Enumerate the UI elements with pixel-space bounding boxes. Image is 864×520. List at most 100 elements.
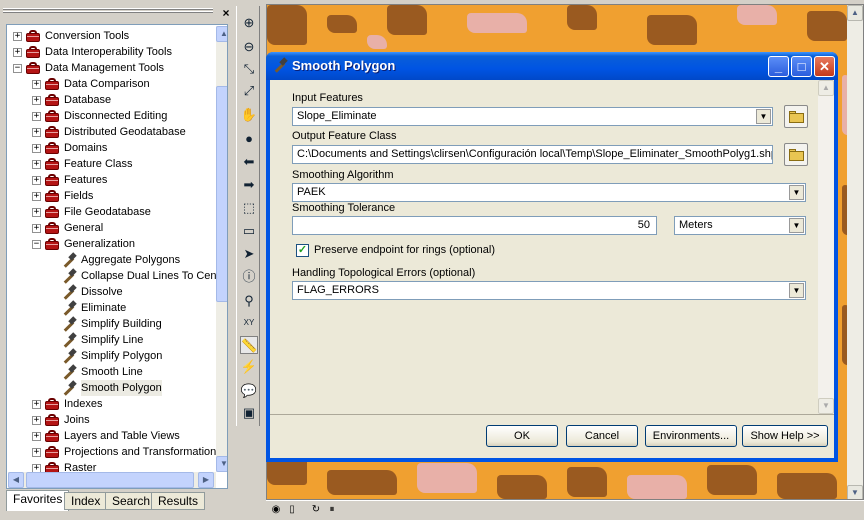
smoothing-algorithm-select[interactable]: PAEK ▼ <box>292 183 806 202</box>
scroll-thumb[interactable] <box>216 86 227 302</box>
toolset-item[interactable]: + File Geodatabase <box>7 204 212 220</box>
tool-item[interactable]: Dissolve <box>7 284 212 300</box>
toolset-item[interactable]: + Features <box>7 172 212 188</box>
dialog-scroll-up-button[interactable]: ▲ <box>818 80 834 96</box>
collapse-icon[interactable]: − <box>32 240 41 249</box>
hyperlink-icon[interactable]: ⚡ <box>240 358 258 376</box>
dialog-titlebar[interactable]: Smooth Polygon _ □ ✕ <box>266 52 838 80</box>
tool-item[interactable]: Simplify Polygon <box>7 348 212 364</box>
dialog-scroll-down-button[interactable]: ▼ <box>818 398 834 414</box>
expand-icon[interactable]: + <box>32 144 41 153</box>
collapse-icon[interactable]: − <box>13 64 22 73</box>
maximize-button[interactable]: □ <box>791 56 812 77</box>
scroll-down-button[interactable]: ▼ <box>216 456 227 472</box>
chevron-down-icon[interactable]: ▼ <box>789 218 804 233</box>
create-viewer-icon[interactable]: ▣ <box>240 404 258 422</box>
expand-icon[interactable]: + <box>32 176 41 185</box>
expand-icon[interactable]: + <box>32 80 41 89</box>
html-popup-icon[interactable]: 💬 <box>240 382 258 400</box>
select-elements-icon[interactable]: ➤ <box>240 245 258 263</box>
expand-icon[interactable]: + <box>32 192 41 201</box>
scroll-right-button[interactable]: ▶ <box>198 472 214 488</box>
close-panel-icon[interactable]: × <box>219 6 233 20</box>
expand-icon[interactable]: + <box>32 160 41 169</box>
pan-icon[interactable]: ✋ <box>240 106 258 124</box>
tool-item[interactable]: Simplify Building <box>7 316 212 332</box>
measure-icon[interactable]: 📏 <box>240 336 258 354</box>
handling-errors-select[interactable]: FLAG_ERRORS ▼ <box>292 281 806 300</box>
expand-icon[interactable]: + <box>32 208 41 217</box>
layout-view-icon[interactable]: ▯ <box>286 504 298 516</box>
tool-item[interactable]: Aggregate Polygons <box>7 252 212 268</box>
hscroll-thumb[interactable] <box>26 472 194 488</box>
close-button[interactable]: ✕ <box>814 56 835 77</box>
fixed-zoom-in-icon[interactable]: ⤡ <box>240 60 258 78</box>
tool-item[interactable]: Collapse Dual Lines To Centerline <box>7 268 227 284</box>
forward-extent-icon[interactable]: ➡ <box>240 176 258 194</box>
toolset-item[interactable]: + Fields <box>7 188 212 204</box>
find-icon[interactable]: ⚲ <box>240 292 258 310</box>
toolset-item[interactable]: + Indexes <box>7 396 212 412</box>
expand-icon[interactable]: + <box>32 224 41 233</box>
toolset-item[interactable]: + Database <box>7 92 212 108</box>
toolset-item[interactable]: + Data Comparison <box>7 76 212 92</box>
cancel-button[interactable]: Cancel <box>566 425 638 447</box>
select-features-icon[interactable]: ⬚ <box>240 199 258 217</box>
tool-item[interactable]: Smooth Line <box>7 364 212 380</box>
go-to-xy-icon[interactable]: XY <box>240 314 258 332</box>
fixed-zoom-out-icon[interactable]: ⤢ <box>240 82 258 100</box>
expand-icon[interactable]: + <box>32 112 41 121</box>
environments-button[interactable]: Environments... <box>645 425 737 447</box>
dialog-vertical-scrollbar[interactable]: ▲ ▼ <box>818 80 834 414</box>
toolbox-item[interactable]: − Data Management Tools <box>7 60 212 76</box>
toolset-item[interactable]: + Disconnected Editing <box>7 108 212 124</box>
full-extent-icon[interactable]: ● <box>240 130 258 148</box>
refresh-icon[interactable]: ↻ <box>310 504 322 516</box>
chevron-down-icon[interactable]: ▼ <box>789 185 804 200</box>
toolbox-item[interactable]: + Data Interoperability Tools <box>7 44 212 60</box>
zoom-in-icon[interactable]: ⊕ <box>240 14 258 32</box>
ok-button[interactable]: OK <box>486 425 558 447</box>
scroll-up-button[interactable]: ▲ <box>216 26 227 42</box>
panel-grip[interactable] <box>3 8 213 14</box>
chevron-down-icon[interactable]: ▼ <box>756 109 771 124</box>
tab-favorites[interactable]: Favorites <box>6 490 70 511</box>
tree-vertical-scrollbar[interactable]: ▲ ▼ <box>216 26 227 472</box>
browse-input-button[interactable] <box>784 105 808 128</box>
preserve-endpoint-checkbox[interactable]: ✓ <box>296 244 309 257</box>
expand-icon[interactable]: + <box>32 400 41 409</box>
minimize-button[interactable]: _ <box>768 56 789 77</box>
toolset-item[interactable]: + General <box>7 220 212 236</box>
browse-output-button[interactable] <box>784 143 808 166</box>
expand-icon[interactable]: + <box>32 96 41 105</box>
expand-icon[interactable]: + <box>32 448 41 457</box>
input-features-combo[interactable]: Slope_Eliminate ▼ <box>292 107 773 126</box>
map-scroll-down-button[interactable]: ▼ <box>847 485 863 499</box>
tree-horizontal-scrollbar[interactable]: ◀ ▶ <box>8 472 216 488</box>
identify-icon[interactable]: ⓘ <box>240 268 258 286</box>
chevron-down-icon[interactable]: ▼ <box>789 283 804 298</box>
tab-results[interactable]: Results <box>151 492 206 510</box>
map-vertical-scrollbar[interactable]: ▲ ▼ <box>847 5 863 499</box>
expand-icon[interactable]: + <box>32 416 41 425</box>
expand-icon[interactable]: + <box>32 432 41 441</box>
expand-icon[interactable]: + <box>32 128 41 137</box>
toolset-item[interactable]: + Projections and Transformations <box>7 444 222 460</box>
tool-item[interactable]: Smooth Polygon <box>7 380 212 396</box>
toolset-item[interactable]: + Joins <box>7 412 212 428</box>
back-extent-icon[interactable]: ⬅ <box>240 153 258 171</box>
toolset-item[interactable]: + Layers and Table Views <box>7 428 212 444</box>
toolset-item[interactable]: + Distributed Geodatabase <box>7 124 212 140</box>
output-feature-class-input[interactable]: C:\Documents and Settings\clirsen\Config… <box>292 145 773 164</box>
expand-icon[interactable]: + <box>13 32 22 41</box>
tab-index[interactable]: Index <box>64 492 108 510</box>
toolset-item[interactable]: + Feature Class <box>7 156 212 172</box>
show-help-button[interactable]: Show Help >> <box>742 425 828 447</box>
tool-item[interactable]: Eliminate <box>7 300 212 316</box>
tolerance-unit-select[interactable]: Meters ▼ <box>674 216 806 235</box>
toolset-item[interactable]: + Domains <box>7 140 212 156</box>
tool-item[interactable]: Simplify Line <box>7 332 212 348</box>
expand-icon[interactable]: + <box>13 48 22 57</box>
pause-drawing-icon[interactable]: ⏸ <box>326 504 338 516</box>
zoom-out-icon[interactable]: ⊖ <box>240 38 258 56</box>
